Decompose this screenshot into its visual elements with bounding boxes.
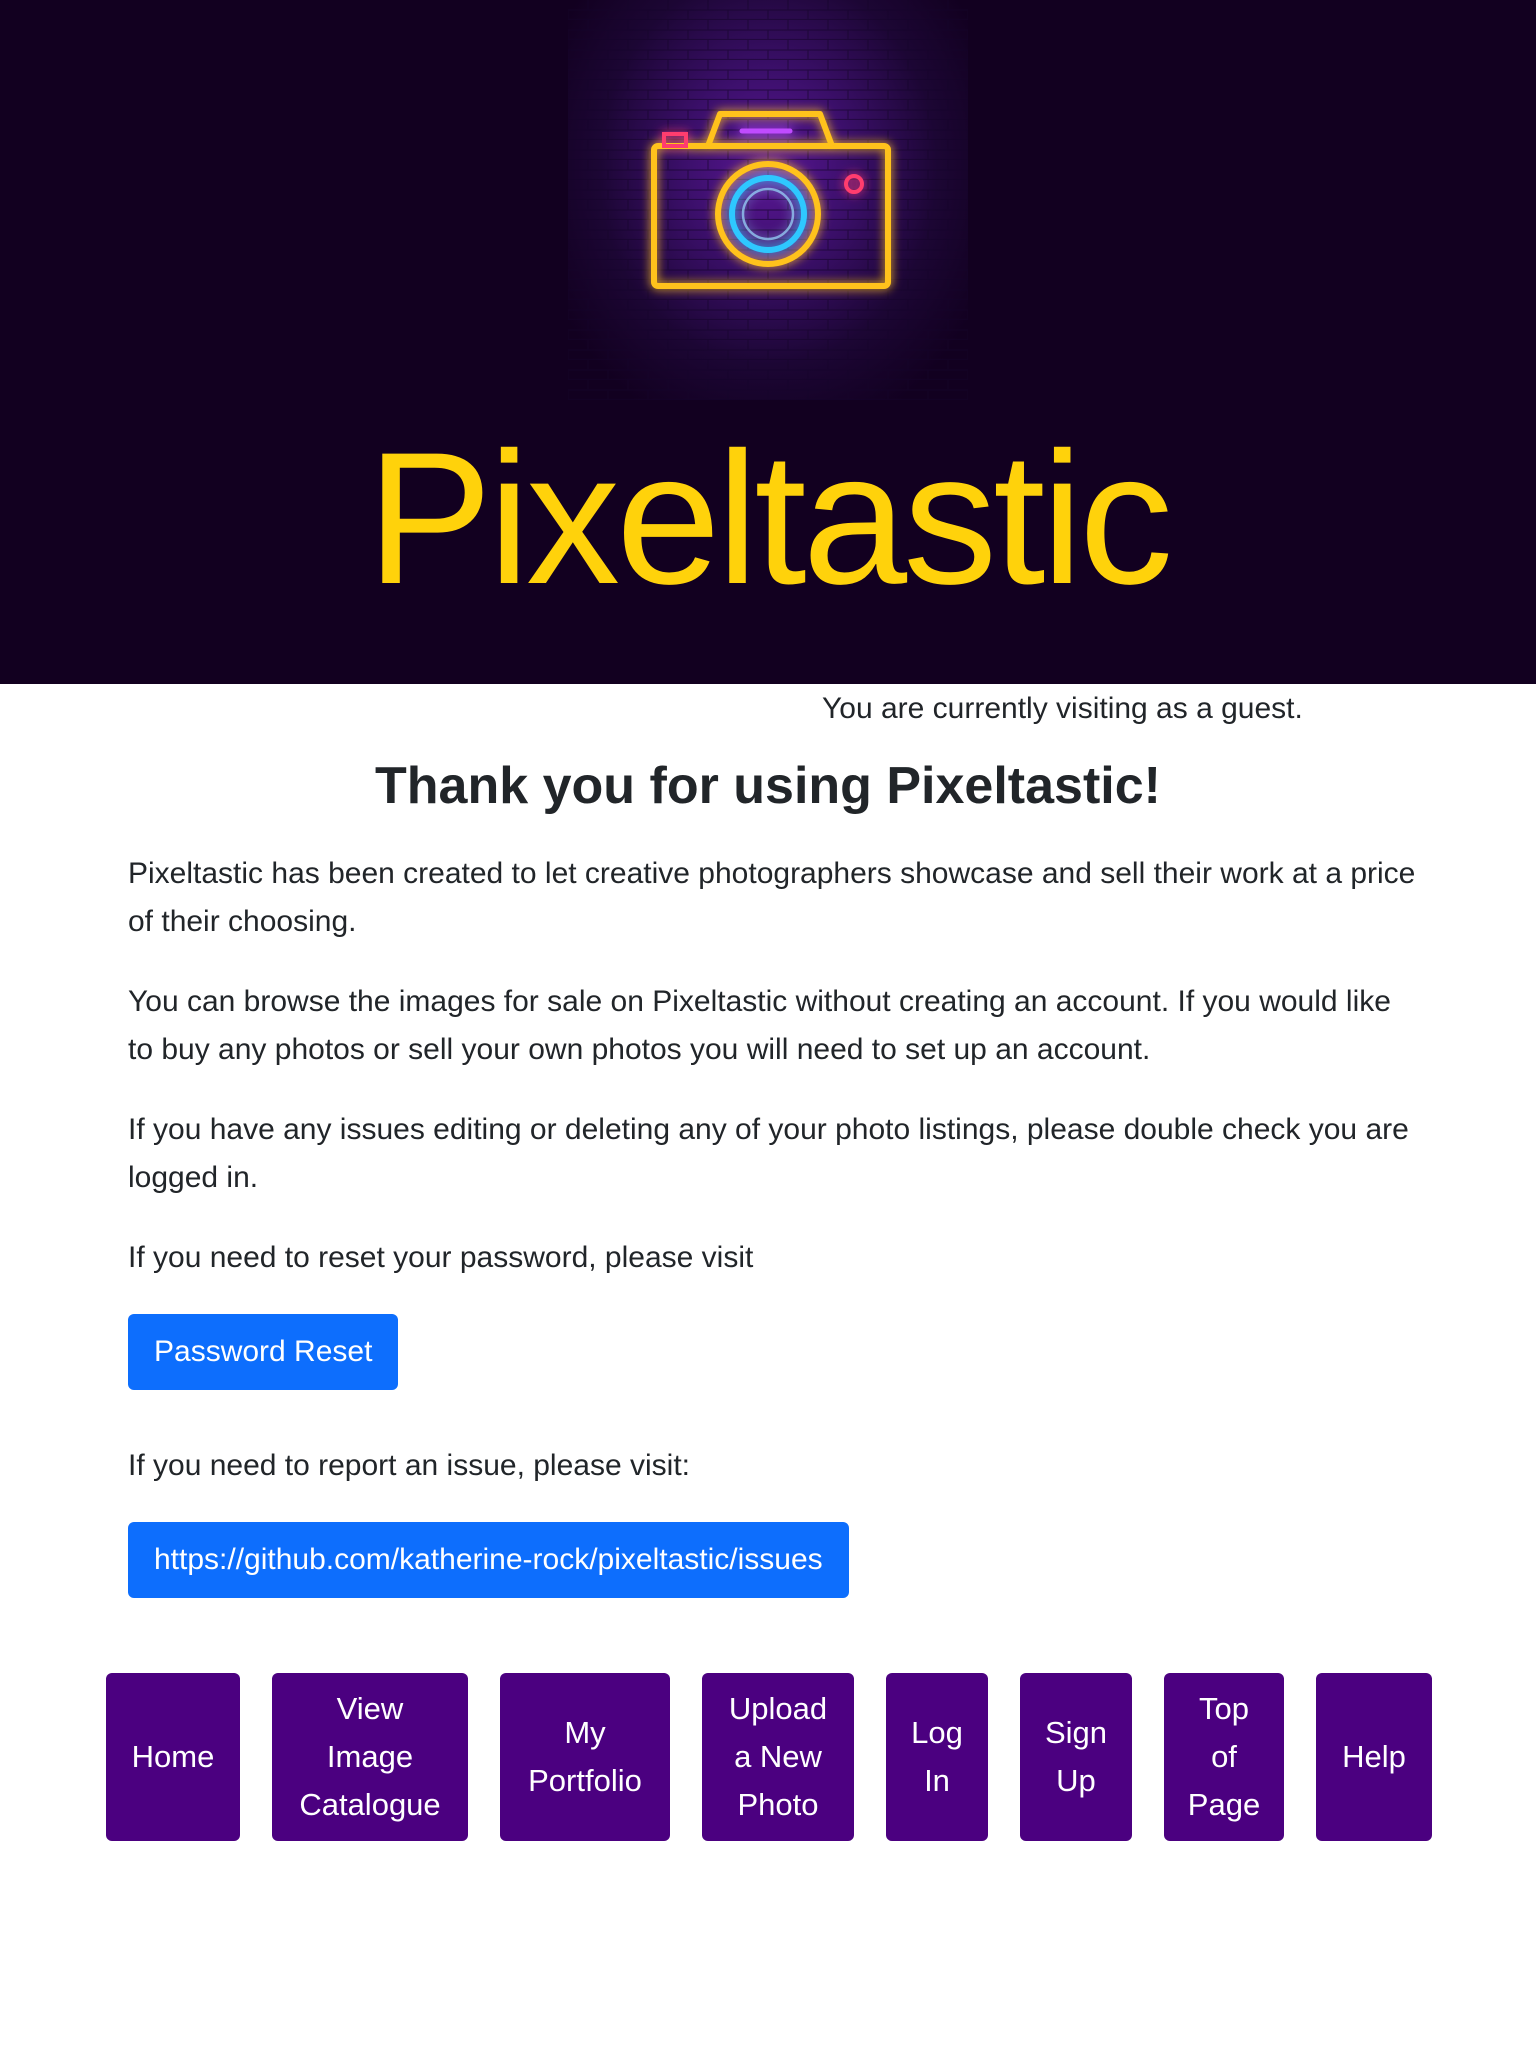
nav-top-of-page-button[interactable]: Top of Page: [1164, 1673, 1284, 1841]
neon-camera-icon: [568, 0, 968, 400]
nav-home-button[interactable]: Home: [106, 1673, 240, 1841]
nav-upload-label-line-3: Photo: [737, 1787, 819, 1822]
nav-catalogue-label-line-3: Catalogue: [299, 1787, 441, 1822]
github-issues-link-button[interactable]: https://github.com/katherine-rock/pixelt…: [128, 1522, 849, 1598]
nav-help-button[interactable]: Help: [1316, 1673, 1432, 1841]
nav-login-label-line-1: Log: [911, 1715, 963, 1750]
browse-paragraph: You can browse the images for sale on Pi…: [128, 985, 1391, 1066]
nav-my-portfolio-button[interactable]: My Portfolio: [500, 1673, 670, 1841]
help-content: Pixeltastic has been created to let crea…: [128, 850, 1418, 1650]
nav-sign-up-button[interactable]: Sign Up: [1020, 1673, 1132, 1841]
nav-catalogue-label-line-1: View: [336, 1691, 404, 1726]
nav-portfolio-label-line-2: Portfolio: [528, 1763, 642, 1798]
site-title: Pixeltastic: [366, 413, 1173, 623]
nav-login-label-line-2: In: [924, 1763, 950, 1798]
password-reset-button[interactable]: Password Reset: [128, 1314, 399, 1390]
issues-paragraph: If you have any issues editing or deleti…: [128, 1113, 1409, 1194]
nav-portfolio-label-line-1: My: [564, 1715, 606, 1750]
intro-paragraph: Pixeltastic has been created to let crea…: [128, 857, 1416, 938]
guest-status-text: You are currently visiting as a guest.: [822, 692, 1303, 725]
site-header: Pixeltastic: [0, 0, 1536, 684]
nav-view-image-catalogue-button[interactable]: View Image Catalogue: [272, 1673, 468, 1841]
password-reset-paragraph: If you need to reset your password, plea…: [128, 1241, 754, 1274]
nav-top-label-line-1: Top: [1199, 1691, 1249, 1726]
report-issue-paragraph: If you need to report an issue, please v…: [128, 1449, 690, 1482]
nav-top-label-line-3: Page: [1187, 1787, 1261, 1822]
bottom-nav: Home View Image Catalogue My Portfolio U…: [0, 1673, 1536, 1841]
nav-signup-label-line-2: Up: [1056, 1763, 1096, 1798]
nav-signup-label-line-1: Sign: [1044, 1715, 1108, 1750]
nav-upload-label-line-2: a New: [734, 1739, 822, 1774]
nav-upload-photo-button[interactable]: Upload a New Photo: [702, 1673, 854, 1841]
nav-catalogue-label-line-2: Image: [326, 1739, 414, 1774]
nav-help-label: Help: [1342, 1739, 1406, 1774]
nav-upload-label-line-1: Upload: [728, 1691, 828, 1726]
page-title: Thank you for using Pixeltastic!: [375, 757, 1161, 815]
nav-home-label: Home: [131, 1739, 215, 1774]
nav-top-label-line-2: of: [1211, 1739, 1237, 1774]
nav-log-in-button[interactable]: Log In: [886, 1673, 988, 1841]
